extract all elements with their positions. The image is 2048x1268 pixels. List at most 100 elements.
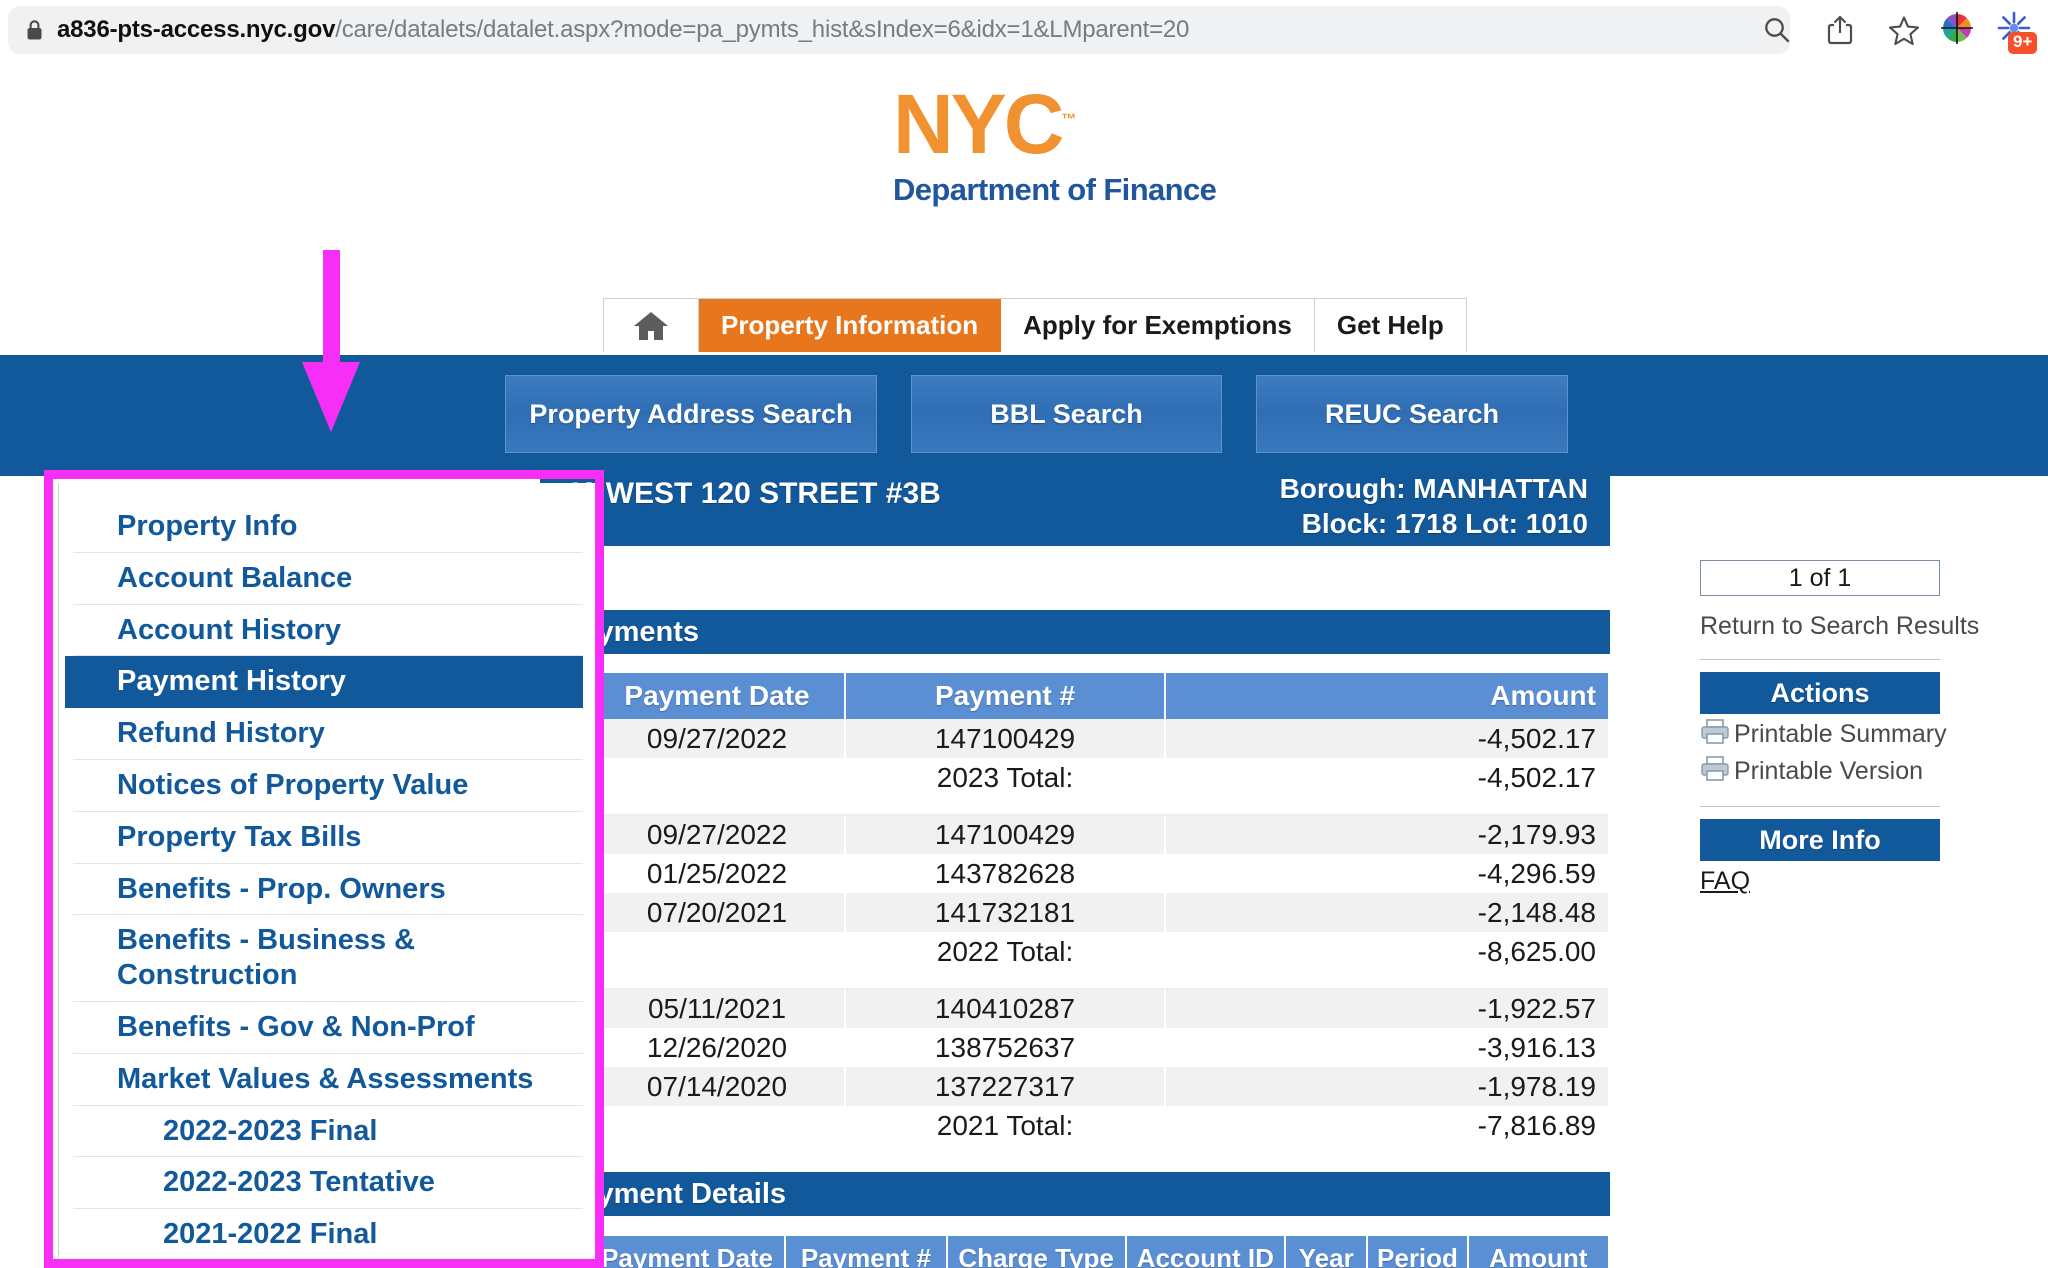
cell-num: 141732181 — [845, 893, 1166, 932]
cell-num: 2023 Total: — [845, 758, 1166, 797]
faq-link[interactable]: FAQ — [1700, 867, 1750, 896]
cell-num — [845, 971, 1166, 990]
column-header-payment-number: Payment # — [845, 673, 1166, 719]
url-text: a836-pts-access.nyc.gov/care/datalets/da… — [57, 16, 1189, 44]
sidebar-item-payment-history[interactable]: Payment History — [65, 656, 583, 709]
cell-amount: -4,296.59 — [1165, 854, 1608, 893]
cell-num: 147100429 — [845, 815, 1166, 854]
more-info-header: More Info — [1700, 819, 1940, 861]
payments-section-title: Payments — [540, 610, 1610, 654]
cell-date — [590, 971, 846, 990]
column-header-payment-date: Payment Date — [590, 673, 846, 719]
payments-table-body: 09/27/2022 147100429 -4,502.17 2023 Total: -… — [590, 719, 1608, 1145]
column-header-payment-number: Payment # — [785, 1236, 948, 1268]
payment-details-table: Payment Date Payment # Charge Type Accou… — [590, 1236, 1608, 1268]
cell-amount: -4,502.17 — [1165, 719, 1608, 758]
cell-num: 2021 Total: — [845, 1106, 1166, 1145]
printable-summary-label: Printable Summary — [1734, 720, 1947, 748]
cell-amount: -2,179.93 — [1165, 815, 1608, 854]
column-header-amount: Amount — [1467, 1236, 1608, 1268]
table-row: 01/25/2022 143782628 -4,296.59 — [590, 854, 1608, 893]
toolbar-icon-group — [1740, 6, 1940, 54]
column-header-charge-type: Charge Type — [946, 1236, 1127, 1268]
sidebar-item-benefits-business-construction[interactable]: Benefits - Business & Construction — [73, 915, 583, 1002]
table-row-spacer — [590, 971, 1608, 990]
actions-header: Actions — [1700, 672, 1940, 714]
sidebar-item-property-info[interactable]: Property Info — [73, 501, 583, 553]
table-row: 09/27/2022 147100429 -2,179.93 — [590, 815, 1608, 854]
column-header-period: Period — [1367, 1236, 1469, 1268]
printable-version-link[interactable]: Printable Version — [1700, 755, 1940, 788]
cell-num: 140410287 — [845, 989, 1166, 1028]
cell-date: 01/25/2022 — [590, 854, 846, 893]
printable-version-label: Printable Version — [1734, 757, 1924, 785]
table-row: 2021 Total: -7,816.89 — [590, 1106, 1608, 1145]
sidebar-item-account-history[interactable]: Account History — [73, 605, 583, 657]
column-header-payment-date: Payment Date — [590, 1236, 787, 1268]
return-to-search-results-link[interactable]: Return to Search Results — [1700, 612, 1979, 641]
cell-amount: -1,978.19 — [1165, 1067, 1608, 1106]
cell-num: 143782628 — [845, 854, 1166, 893]
sidebar-item-list: Property Info Account Balance Account Hist… — [59, 483, 597, 1267]
browser-toolbar: a836-pts-access.nyc.gov/care/datalets/da… — [0, 0, 2048, 60]
cell-date: 07/20/2021 — [590, 893, 846, 932]
sidebar-item-account-balance[interactable]: Account Balance — [73, 553, 583, 605]
cell-amount: -3,916.13 — [1165, 1028, 1608, 1067]
divider — [1700, 659, 1940, 660]
sidebar-item-property-tax-bills[interactable]: Property Tax Bills — [73, 812, 583, 864]
sidebar-item-benefits-gov-non-prof[interactable]: Benefits - Gov & Non-Prof — [73, 1002, 583, 1054]
payments-table: Payment Date Payment # Amount 09/27/2022… — [590, 673, 1608, 1145]
address-bar[interactable]: a836-pts-access.nyc.gov/care/datalets/da… — [8, 6, 1790, 54]
table-row: 09/27/2022 147100429 -4,502.17 — [590, 719, 1608, 758]
property-block-lot: Block: 1718 Lot: 1010 — [1301, 508, 1588, 539]
cell-num: 2022 Total: — [845, 932, 1166, 971]
sidebar-item-2021-2022-final[interactable]: 2021-2022 Final — [73, 1209, 583, 1261]
sidebar-item-2021-2022-tentative[interactable]: 2021-2022 Tentative — [73, 1261, 583, 1267]
table-header-row: Payment Date Payment # Charge Type Accou… — [590, 1236, 1608, 1268]
cell-date: 12/26/2020 — [590, 1028, 846, 1067]
column-header-amount: Amount — [1165, 673, 1608, 719]
sidebar-item-notices-of-property-value[interactable]: Notices of Property Value — [73, 760, 583, 812]
payment-details-section-title: Payment Details — [540, 1172, 1610, 1216]
url-path: /care/datalets/datalet.aspx?mode=pa_pymt… — [335, 16, 1190, 43]
cell-date — [590, 932, 846, 971]
cell-amount — [1165, 971, 1608, 990]
property-address: 42 WEST 120 STREET #3B — [564, 477, 941, 510]
share-icon[interactable] — [1826, 14, 1854, 46]
printable-summary-link[interactable]: Printable Summary — [1700, 718, 1947, 751]
table-header-row: Payment Date Payment # Amount — [590, 673, 1608, 719]
table-row: 2023 Total: -4,502.17 — [590, 758, 1608, 797]
url-domain: a836-pts-access.nyc.gov — [57, 16, 336, 43]
cell-num: 137227317 — [845, 1067, 1166, 1106]
table-row: 12/26/2020 138752637 -3,916.13 — [590, 1028, 1608, 1067]
cell-date — [590, 797, 846, 816]
column-header-account-id: Account ID — [1125, 1236, 1287, 1268]
sidebar-item-refund-history[interactable]: Refund History — [73, 708, 583, 760]
cell-date: 09/27/2022 — [590, 815, 846, 854]
cell-date — [590, 1106, 846, 1145]
bookmark-star-icon[interactable] — [1888, 15, 1920, 46]
annotation-down-arrow — [296, 250, 366, 445]
sidebar-item-benefits-prop-owners[interactable]: Benefits - Prop. Owners — [73, 864, 583, 916]
table-row: 07/20/2021 141732181 -2,148.48 — [590, 893, 1608, 932]
table-row: 05/11/2021 140410287 -1,922.57 — [590, 989, 1608, 1028]
property-borough: Borough: MANHATTAN — [1279, 473, 1588, 504]
sidebar-item-2022-2023-final[interactable]: 2022-2023 Final — [73, 1106, 583, 1158]
cell-num: 147100429 — [845, 719, 1166, 758]
color-wheel-extension-icon[interactable] — [1940, 11, 1974, 50]
table-row-spacer — [590, 797, 1608, 816]
cell-amount — [1165, 797, 1608, 816]
lock-icon — [26, 19, 43, 41]
cell-date: 05/11/2021 — [590, 989, 846, 1028]
page-viewport: NYC™ Department of Finance Property Info… — [0, 60, 2048, 1268]
printer-icon — [1700, 718, 1730, 751]
page-counter: 1 of 1 — [1700, 560, 1940, 596]
sidebar-item-market-values-assessments[interactable]: Market Values & Assessments — [73, 1054, 583, 1106]
cell-amount: -1,922.57 — [1165, 989, 1608, 1028]
search-icon[interactable] — [1762, 15, 1792, 45]
extension-badge-count: 9+ — [2008, 32, 2038, 54]
property-header-banner: 42 WEST 120 STREET #3B Borough: MANHATTA… — [540, 466, 1610, 546]
cell-amount: -7,816.89 — [1165, 1106, 1608, 1145]
sidebar-item-2022-2023-tentative[interactable]: 2022-2023 Tentative — [73, 1157, 583, 1210]
column-header-year: Year — [1285, 1236, 1369, 1268]
